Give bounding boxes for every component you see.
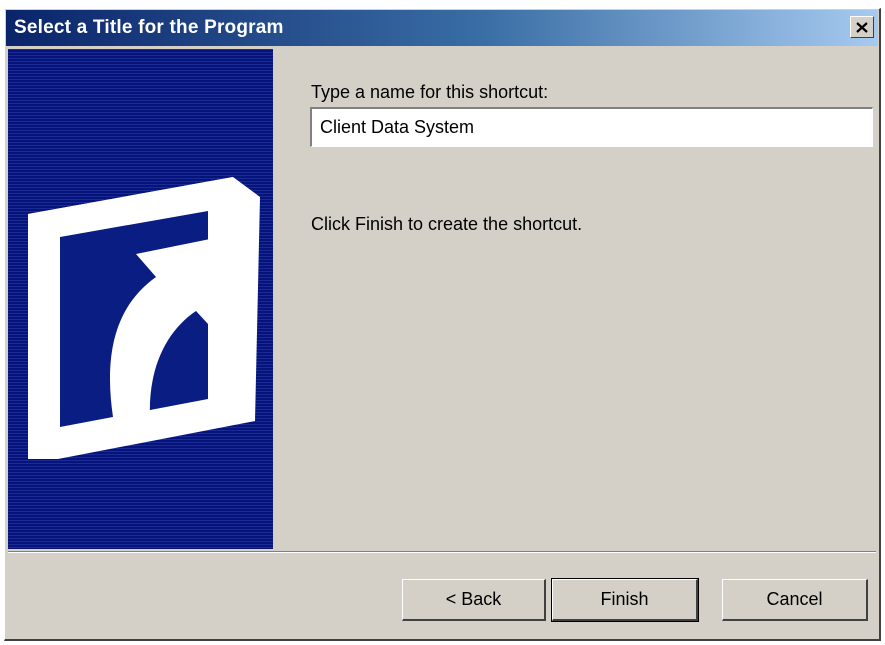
wizard-side-banner — [8, 49, 273, 549]
close-button[interactable] — [850, 16, 874, 38]
wizard-dialog: Select a Title for the Program Type a na… — [4, 8, 881, 641]
cancel-button[interactable]: Cancel — [722, 579, 868, 621]
finish-hint-text: Click Finish to create the shortcut. — [311, 214, 583, 234]
title-bar[interactable]: Select a Title for the Program — [6, 10, 878, 46]
window-title: Select a Title for the Program — [14, 17, 284, 38]
button-divider — [8, 551, 876, 553]
finish-button[interactable]: Finish — [551, 578, 699, 622]
shortcut-name-label: Type a name for this shortcut: — [311, 82, 549, 102]
shortcut-arrow-icon — [28, 177, 260, 459]
wizard-content: Type a name for this shortcut: Click Fin… — [273, 49, 876, 549]
back-button[interactable]: < Back — [402, 579, 546, 621]
close-icon — [856, 21, 868, 33]
shortcut-name-input[interactable] — [310, 107, 873, 147]
